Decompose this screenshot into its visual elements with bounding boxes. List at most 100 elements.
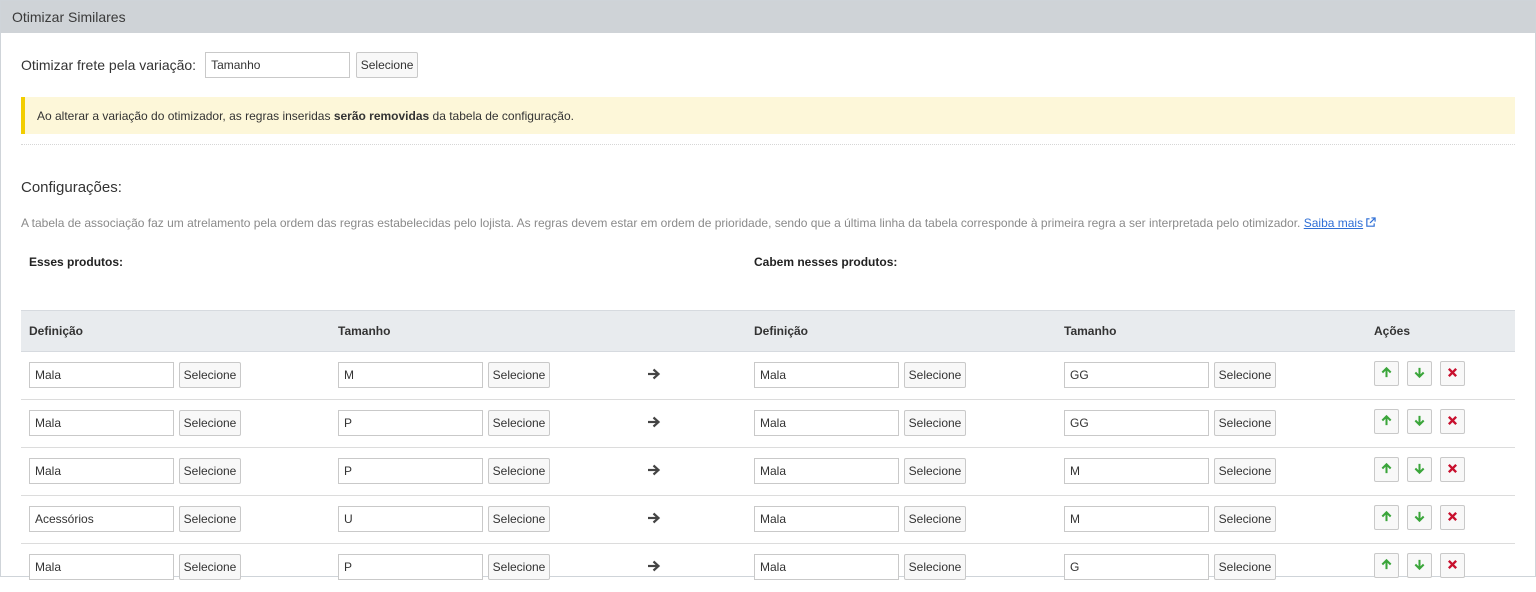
source-size-select-button[interactable]: Selecione (488, 506, 550, 532)
target-size-select-button[interactable]: Selecione (1214, 410, 1276, 436)
panel-title: Otimizar Similares (12, 9, 126, 25)
target-size-cell: GG Selecione (1064, 362, 1276, 388)
target-definition-select-button[interactable]: Selecione (904, 506, 966, 532)
source-size-select-button[interactable]: Selecione (488, 410, 550, 436)
target-size-cell: M Selecione (1064, 506, 1276, 532)
move-down-button[interactable] (1407, 457, 1432, 482)
source-definition-select-button[interactable]: Selecione (179, 554, 241, 580)
target-definition-input[interactable]: Mala (754, 362, 899, 388)
target-definition-select-button[interactable]: Selecione (904, 554, 966, 580)
delete-row-button[interactable] (1440, 361, 1465, 386)
move-down-button[interactable] (1407, 361, 1432, 386)
target-definition-input[interactable]: Mala (754, 410, 899, 436)
table-row: Mala Selecione P Selecione Mala Selecion… (21, 400, 1515, 448)
source-size-select-button[interactable]: Selecione (488, 362, 550, 388)
target-definition-input[interactable]: Mala (754, 554, 899, 580)
external-link-icon (1365, 216, 1376, 232)
arrow-right-icon (646, 414, 662, 430)
move-up-button[interactable] (1374, 553, 1399, 578)
arrow-down-icon (1413, 366, 1426, 382)
target-definition-input[interactable]: Mala (754, 458, 899, 484)
move-up-button[interactable] (1374, 457, 1399, 482)
source-size-input[interactable]: P (338, 554, 483, 580)
row-actions (1374, 505, 1465, 530)
target-size-select-button[interactable]: Selecione (1214, 554, 1276, 580)
config-title: Configurações: (21, 179, 122, 196)
variation-label: Otimizar frete pela variação: (21, 57, 197, 73)
target-size-select-button[interactable]: Selecione (1214, 458, 1276, 484)
table-row: Mala Selecione P Selecione Mala Selecion… (21, 544, 1515, 592)
delete-row-button[interactable] (1440, 505, 1465, 530)
target-size-select-button[interactable]: Selecione (1214, 506, 1276, 532)
source-size-cell: U Selecione (338, 506, 550, 532)
target-definition-cell: Mala Selecione (754, 410, 966, 436)
arrow-up-icon (1380, 510, 1393, 526)
source-definition-input[interactable]: Acessórios (29, 506, 174, 532)
source-definition-select-button[interactable]: Selecione (179, 410, 241, 436)
alert-bold: serão removidas (333, 108, 430, 123)
source-definition-cell: Acessórios Selecione (29, 506, 241, 532)
row-actions (1374, 409, 1465, 434)
target-size-input[interactable]: M (1064, 458, 1209, 484)
target-size-input[interactable]: M (1064, 506, 1209, 532)
source-size-select-button[interactable]: Selecione (488, 458, 550, 484)
close-icon (1447, 366, 1458, 381)
source-size-cell: P Selecione (338, 458, 550, 484)
header-actions: Ações (1374, 324, 1411, 338)
move-down-button[interactable] (1407, 553, 1432, 578)
move-up-button[interactable] (1374, 361, 1399, 386)
move-down-button[interactable] (1407, 409, 1432, 434)
delete-row-button[interactable] (1440, 409, 1465, 434)
source-size-input[interactable]: P (338, 410, 483, 436)
table-row: Mala Selecione P Selecione Mala Selecion… (21, 448, 1515, 496)
arrow-up-icon (1380, 462, 1393, 478)
source-size-input[interactable]: U (338, 506, 483, 532)
move-up-button[interactable] (1374, 409, 1399, 434)
alert-text: Ao alterar a variação do otimizador, as … (37, 108, 574, 123)
source-definition-select-button[interactable]: Selecione (179, 458, 241, 484)
move-up-button[interactable] (1374, 505, 1399, 530)
source-definition-select-button[interactable]: Selecione (179, 362, 241, 388)
delete-row-button[interactable] (1440, 457, 1465, 482)
arrow-up-icon (1380, 414, 1393, 430)
learn-more-link[interactable]: Saiba mais (1304, 216, 1363, 230)
arrow-right-icon (646, 462, 662, 478)
move-down-button[interactable] (1407, 505, 1432, 530)
source-size-input[interactable]: P (338, 458, 483, 484)
arrow-right-icon (646, 510, 662, 526)
source-definition-cell: Mala Selecione (29, 458, 241, 484)
source-definition-input[interactable]: Mala (29, 362, 174, 388)
table-row: Mala Selecione M Selecione Mala Selecion… (21, 352, 1515, 400)
source-definition-cell: Mala Selecione (29, 410, 241, 436)
close-icon (1447, 558, 1458, 573)
row-actions (1374, 457, 1465, 482)
target-definition-select-button[interactable]: Selecione (904, 458, 966, 484)
source-definition-input[interactable]: Mala (29, 554, 174, 580)
target-definition-input[interactable]: Mala (754, 506, 899, 532)
target-size-select-button[interactable]: Selecione (1214, 362, 1276, 388)
variation-input[interactable]: Tamanho (205, 52, 351, 78)
target-definition-select-button[interactable]: Selecione (904, 362, 966, 388)
close-icon (1447, 510, 1458, 525)
target-size-input[interactable]: G (1064, 554, 1209, 580)
group-labels: Esses produtos: Cabem nesses produtos: (21, 255, 1515, 285)
arrow-right-icon (646, 366, 662, 382)
arrow-down-icon (1413, 414, 1426, 430)
target-definition-cell: Mala Selecione (754, 362, 966, 388)
source-size-cell: P Selecione (338, 554, 550, 580)
delete-row-button[interactable] (1440, 553, 1465, 578)
source-size-select-button[interactable]: Selecione (488, 554, 550, 580)
arrow-up-icon (1380, 558, 1393, 574)
source-definition-select-button[interactable]: Selecione (179, 506, 241, 532)
arrow-down-icon (1413, 510, 1426, 526)
target-size-input[interactable]: GG (1064, 362, 1209, 388)
arrow-down-icon (1413, 558, 1426, 574)
target-definition-select-button[interactable]: Selecione (904, 410, 966, 436)
config-description: A tabela de associação faz um atrelament… (21, 215, 1515, 231)
target-size-input[interactable]: GG (1064, 410, 1209, 436)
source-definition-input[interactable]: Mala (29, 458, 174, 484)
variation-select-button[interactable]: Selecione (356, 52, 419, 78)
source-size-input[interactable]: M (338, 362, 483, 388)
row-actions (1374, 361, 1465, 386)
source-definition-input[interactable]: Mala (29, 410, 174, 436)
